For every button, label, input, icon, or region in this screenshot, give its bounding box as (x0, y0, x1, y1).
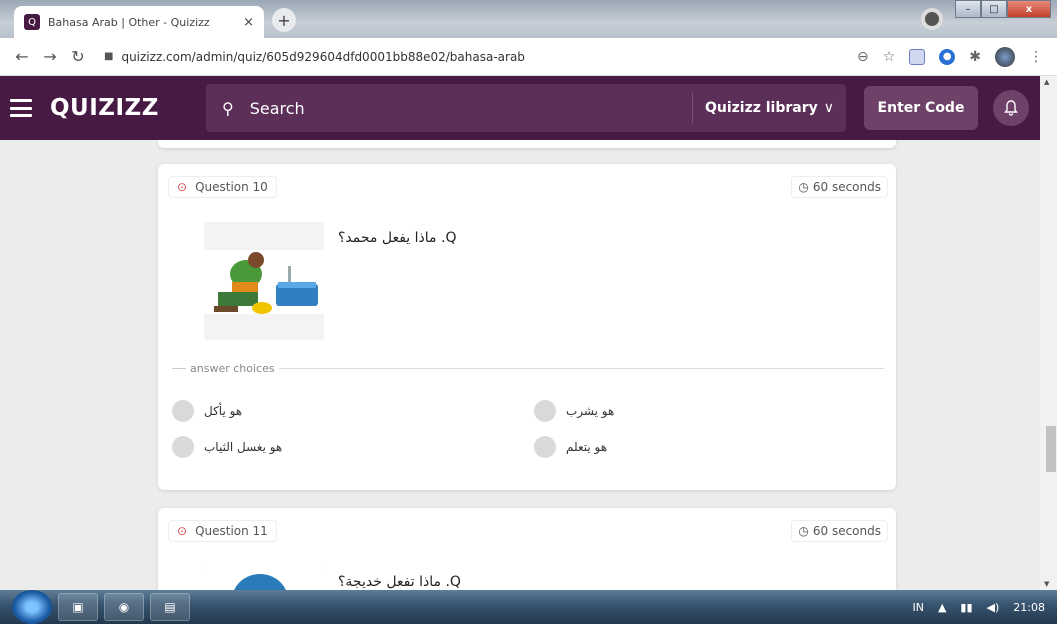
question-label: Question 10 (195, 180, 268, 194)
question-image[interactable] (204, 566, 324, 590)
choice-text: هو يغسل الثياب (204, 440, 283, 454)
question-status-icon: ⊙ (177, 180, 188, 194)
minimize-button[interactable]: – (955, 0, 981, 18)
time-label: 60 seconds (812, 180, 881, 194)
extension-doc-icon[interactable] (909, 48, 926, 65)
window-controls: – □ x (955, 0, 1051, 18)
windows-taskbar: ▣ ◉ ▤ IN ▲ ▮▮ ◀) 21:08 (0, 590, 1057, 624)
answer-choices-divider: answer choices (172, 362, 884, 375)
tray-expand-icon[interactable]: ▲ (938, 601, 946, 614)
maximize-button[interactable]: □ (981, 0, 1007, 18)
puzzle-icon[interactable]: ✱ (969, 49, 981, 65)
library-label: Quizizz library (704, 100, 818, 116)
language-indicator[interactable]: IN (912, 601, 923, 614)
volume-icon[interactable]: ◀) (987, 601, 1000, 614)
clock-icon: ◷ (798, 524, 809, 538)
answer-choice[interactable]: هو يغسل الثياب (172, 436, 282, 458)
chevron-down-icon: ∨ (823, 100, 834, 116)
quizizz-header: QUIZIZZ ⚲ Search Quizizz library ∨ Enter… (0, 76, 1040, 140)
taskbar-app-icon[interactable]: ▣ (58, 593, 98, 621)
menu-dots-icon[interactable]: ⋮ (1029, 49, 1043, 65)
zoom-icon[interactable]: ⊖ (857, 49, 869, 65)
choice-text: هو يتعلم (566, 440, 608, 454)
star-icon[interactable]: ☆ (883, 49, 896, 65)
taskbar-app-icon[interactable]: ▤ (150, 593, 190, 621)
question-image[interactable] (204, 222, 324, 340)
quizizz-logo[interactable]: QUIZIZZ (50, 95, 159, 121)
tab-title: Bahasa Arab | Other - Quizizz (48, 15, 210, 29)
question-card: ⊙ Question 11 ◷ 60 seconds Q. ماذا تفعل … (158, 508, 896, 590)
choice-radio[interactable] (534, 400, 556, 422)
time-badge: ◷ 60 seconds (791, 520, 888, 542)
choice-radio[interactable] (534, 436, 556, 458)
network-icon[interactable]: ▮▮ (960, 601, 972, 614)
avatar[interactable] (995, 46, 1015, 67)
choice-text: هو يشرب (566, 404, 615, 418)
scrollbar-thumb[interactable] (1046, 426, 1056, 472)
question-number-badge: ⊙ Question 11 (168, 520, 277, 542)
search-bar[interactable]: ⚲ Search Quizizz library ∨ (206, 84, 846, 132)
address-bar-row: ← → ↻ ■ quizizz.com/admin/quiz/605d92960… (0, 38, 1057, 76)
close-window-button[interactable]: x (1007, 0, 1051, 18)
page-scrollbar[interactable]: ▲ ▼ (1040, 76, 1057, 590)
forward-icon[interactable]: → (38, 47, 62, 66)
question-card: ⊙ Question 10 ◷ 60 seconds Q. ماذا يفعل … (158, 164, 896, 490)
url-field[interactable]: ■ quizizz.com/admin/quiz/605d929604dfd00… (104, 50, 857, 64)
search-icon: ⚲ (222, 98, 234, 118)
choice-radio[interactable] (172, 436, 194, 458)
answer-choice[interactable]: هو يتعلم (534, 436, 607, 458)
answer-choices-label: answer choices (190, 362, 275, 375)
question-text: Q. ماذا يفعل محمد؟ (338, 230, 457, 246)
search-input[interactable]: Search (250, 99, 692, 118)
previous-question-card (158, 140, 896, 148)
url-text: quizizz.com/admin/quiz/605d929604dfd0001… (121, 49, 525, 64)
system-tray: IN ▲ ▮▮ ◀) 21:08 (912, 590, 1045, 624)
choice-text: هو يأكل (204, 404, 243, 418)
library-dropdown[interactable]: Quizizz library ∨ (691, 92, 846, 124)
new-tab-button[interactable]: + (272, 8, 296, 32)
quizizz-favicon-icon: Q (24, 14, 40, 30)
scroll-up-icon[interactable]: ▲ (1044, 78, 1049, 86)
browser-profile-icon[interactable] (921, 8, 943, 30)
reload-icon[interactable]: ↻ (66, 47, 90, 66)
choice-radio[interactable] (172, 400, 194, 422)
clock-text[interactable]: 21:08 (1013, 601, 1045, 614)
extension-blue-icon[interactable]: ● (939, 48, 956, 65)
enter-code-button[interactable]: Enter Code (864, 86, 978, 130)
question-number-badge: ⊙ Question 10 (168, 176, 277, 198)
time-label: 60 seconds (812, 524, 881, 538)
browser-tabstrip: Q Bahasa Arab | Other - Quizizz × + – □ … (0, 0, 1057, 38)
answer-choice[interactable]: هو يشرب (534, 400, 614, 422)
hamburger-icon[interactable] (10, 99, 32, 117)
start-button[interactable] (12, 590, 52, 624)
time-badge: ◷ 60 seconds (791, 176, 888, 198)
bell-icon[interactable] (993, 90, 1029, 126)
back-icon[interactable]: ← (10, 47, 34, 66)
chrome-taskbar-icon[interactable]: ◉ (104, 593, 144, 621)
question-text: Q. ماذا تفعل خديجة؟ (338, 574, 461, 590)
question-status-icon: ⊙ (177, 524, 188, 538)
lock-icon: ■ (104, 51, 114, 62)
browser-tab[interactable]: Q Bahasa Arab | Other - Quizizz × (14, 6, 264, 38)
answer-choice[interactable]: هو يأكل (172, 400, 242, 422)
tab-close-icon[interactable]: × (243, 15, 254, 30)
question-label: Question 11 (195, 524, 268, 538)
quiz-content: ⊙ Question 10 ◷ 60 seconds Q. ماذا يفعل … (0, 140, 1040, 590)
clock-icon: ◷ (798, 180, 809, 194)
scroll-down-icon[interactable]: ▼ (1044, 580, 1049, 588)
